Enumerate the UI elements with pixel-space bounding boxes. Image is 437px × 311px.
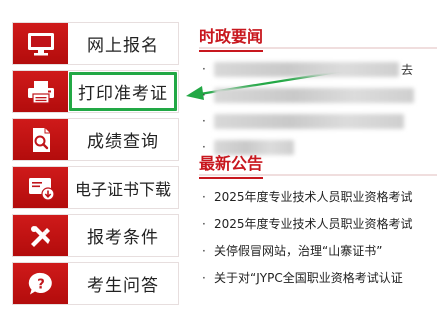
bullet: ·: [202, 62, 206, 76]
certificate-download-icon: [13, 167, 68, 208]
notice-item[interactable]: · 关于对“JYPC全国职业资格考试认证: [202, 264, 437, 291]
menu-item-online-registration[interactable]: 网上报名: [12, 22, 179, 65]
menu-label: 打印准考证: [68, 71, 178, 112]
news-item[interactable]: · 去: [202, 56, 437, 82]
notice-item[interactable]: · 2025年度专业技术人员职业资格考试: [202, 183, 437, 210]
notice-link[interactable]: 2025年度专业技术人员职业资格考试: [214, 215, 413, 232]
blurred-headline: [214, 113, 404, 129]
menu-label: 报考条件: [87, 228, 159, 248]
menu-item-print-admission-ticket[interactable]: 打印准考证: [12, 70, 179, 113]
news-list: · 去 · · ·: [202, 56, 437, 160]
news-title-text: 时政要闻: [199, 23, 264, 52]
menu-label: 考生问答: [87, 276, 159, 296]
bullet: ·: [202, 216, 206, 231]
menu-label: 电子证书下载: [74, 179, 171, 199]
bullet: ·: [202, 114, 206, 128]
news-section-title: 时政要闻: [199, 23, 437, 52]
notice-item[interactable]: · 2025年度专业技术人员职业资格考试: [202, 210, 437, 237]
news-item[interactable]: ·: [202, 108, 437, 134]
notice-item[interactable]: · 关停假冒网站，治理“山寨证书”: [202, 237, 437, 264]
notice-section-title: 最新公告: [199, 150, 437, 179]
bullet: ·: [202, 189, 206, 204]
tools-icon: [13, 215, 68, 256]
blurred-headline: [214, 87, 414, 103]
notice-link[interactable]: 关停假冒网站，治理“山寨证书”: [214, 242, 382, 259]
notice-link[interactable]: 关于对“JYPC全国职业资格考试认证: [214, 269, 403, 286]
notice-list: · 2025年度专业技术人员职业资格考试 · 2025年度专业技术人员职业资格考…: [202, 183, 437, 291]
news-item[interactable]: ·: [202, 82, 437, 108]
menu-label: 网上报名: [87, 36, 159, 56]
blurred-headline: [214, 61, 399, 77]
side-menu: 网上报名 打印准考证 成绩查询 电子证书下载 报考条件 ? 考生问答: [12, 22, 179, 310]
question-icon: ?: [13, 263, 68, 304]
monitor-icon: [13, 23, 68, 64]
headline-tail: 去: [401, 62, 414, 77]
menu-item-candidate-qa[interactable]: ? 考生问答: [12, 262, 179, 305]
menu-item-exam-requirements[interactable]: 报考条件: [12, 214, 179, 257]
menu-item-score-inquiry[interactable]: 成绩查询: [12, 118, 179, 161]
bullet: ·: [202, 88, 206, 102]
menu-label: 成绩查询: [87, 132, 159, 152]
menu-item-certificate-download[interactable]: 电子证书下载: [12, 166, 179, 209]
printer-icon: [13, 71, 68, 112]
bullet: ·: [202, 270, 206, 285]
notice-title-text: 最新公告: [199, 150, 264, 179]
notice-link[interactable]: 2025年度专业技术人员职业资格考试: [214, 188, 413, 205]
bullet: ·: [202, 243, 206, 258]
svg-text:?: ?: [37, 277, 45, 292]
document-search-icon: [13, 119, 68, 160]
